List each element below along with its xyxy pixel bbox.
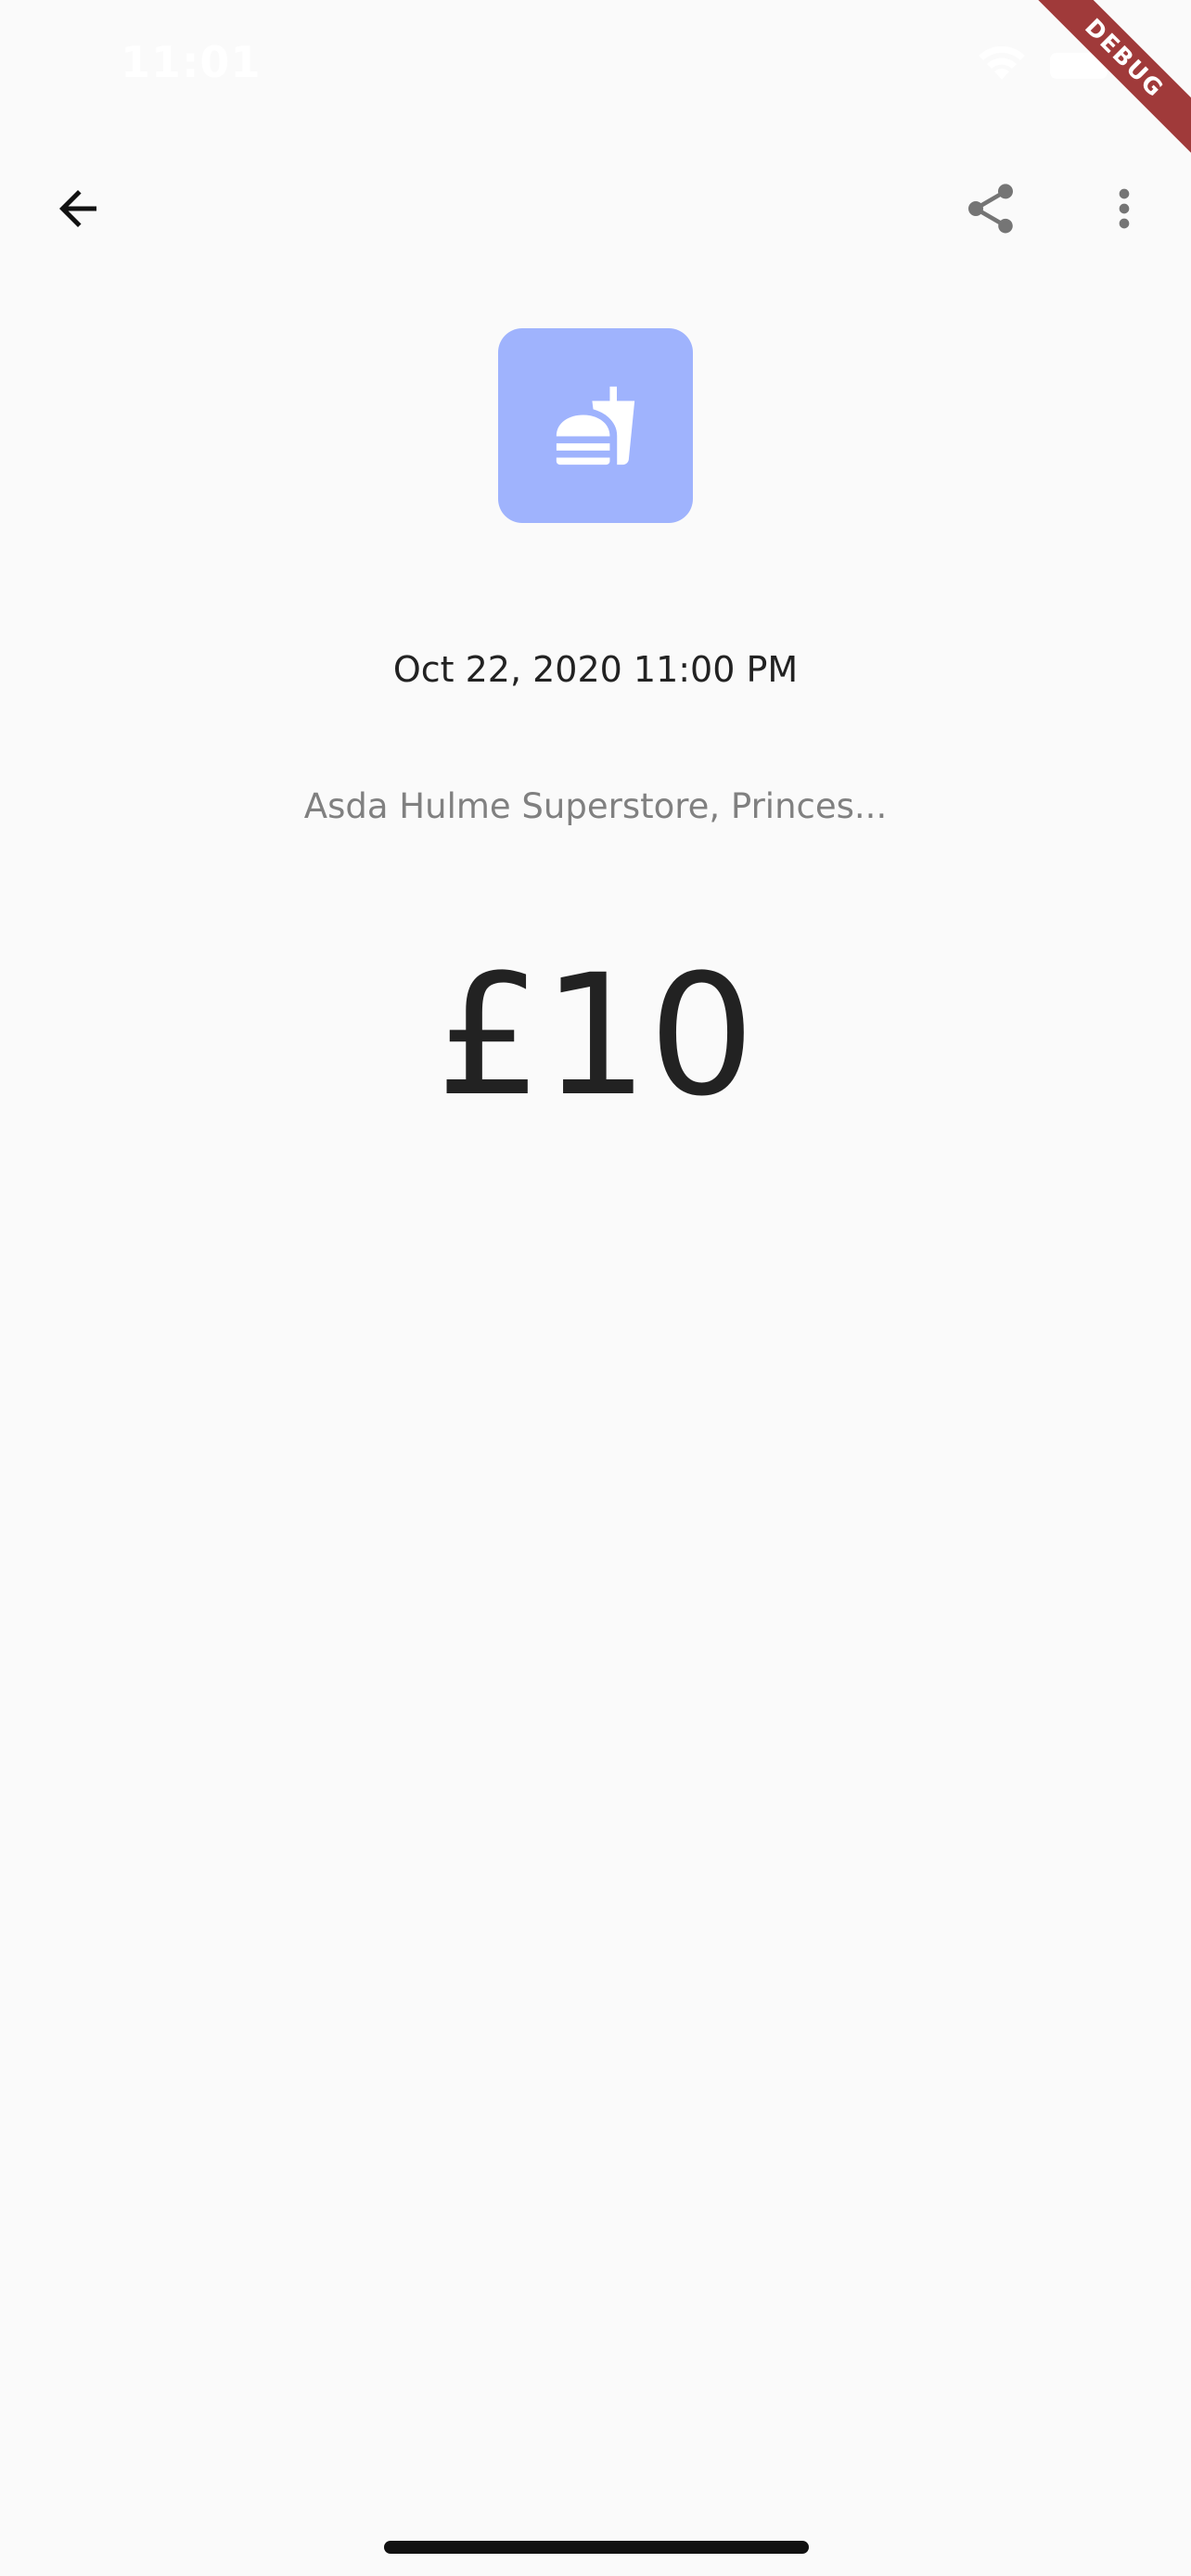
transaction-date: Oct 22, 2020 11:00 PM xyxy=(392,649,799,690)
more-options-button[interactable] xyxy=(1078,162,1171,255)
category-tile xyxy=(498,328,693,523)
status-bar: 11:01 xyxy=(0,0,1191,130)
transaction-location: Asda Hulme Superstore, Princes... xyxy=(303,786,888,826)
debug-banner: DEBUG xyxy=(1024,0,1191,167)
debug-banner-label: DEBUG xyxy=(1024,0,1191,167)
status-time: 11:01 xyxy=(121,37,262,87)
wifi-icon xyxy=(979,45,1025,80)
share-icon xyxy=(968,184,1013,234)
fastfood-icon xyxy=(556,386,635,465)
app-bar xyxy=(0,158,1191,260)
share-button[interactable] xyxy=(944,162,1037,255)
back-button[interactable] xyxy=(32,162,124,255)
home-indicator[interactable] xyxy=(384,2541,809,2554)
more-vertical-icon xyxy=(1119,188,1130,229)
arrow-left-icon xyxy=(59,190,96,227)
transaction-amount: £10 xyxy=(436,939,755,1133)
